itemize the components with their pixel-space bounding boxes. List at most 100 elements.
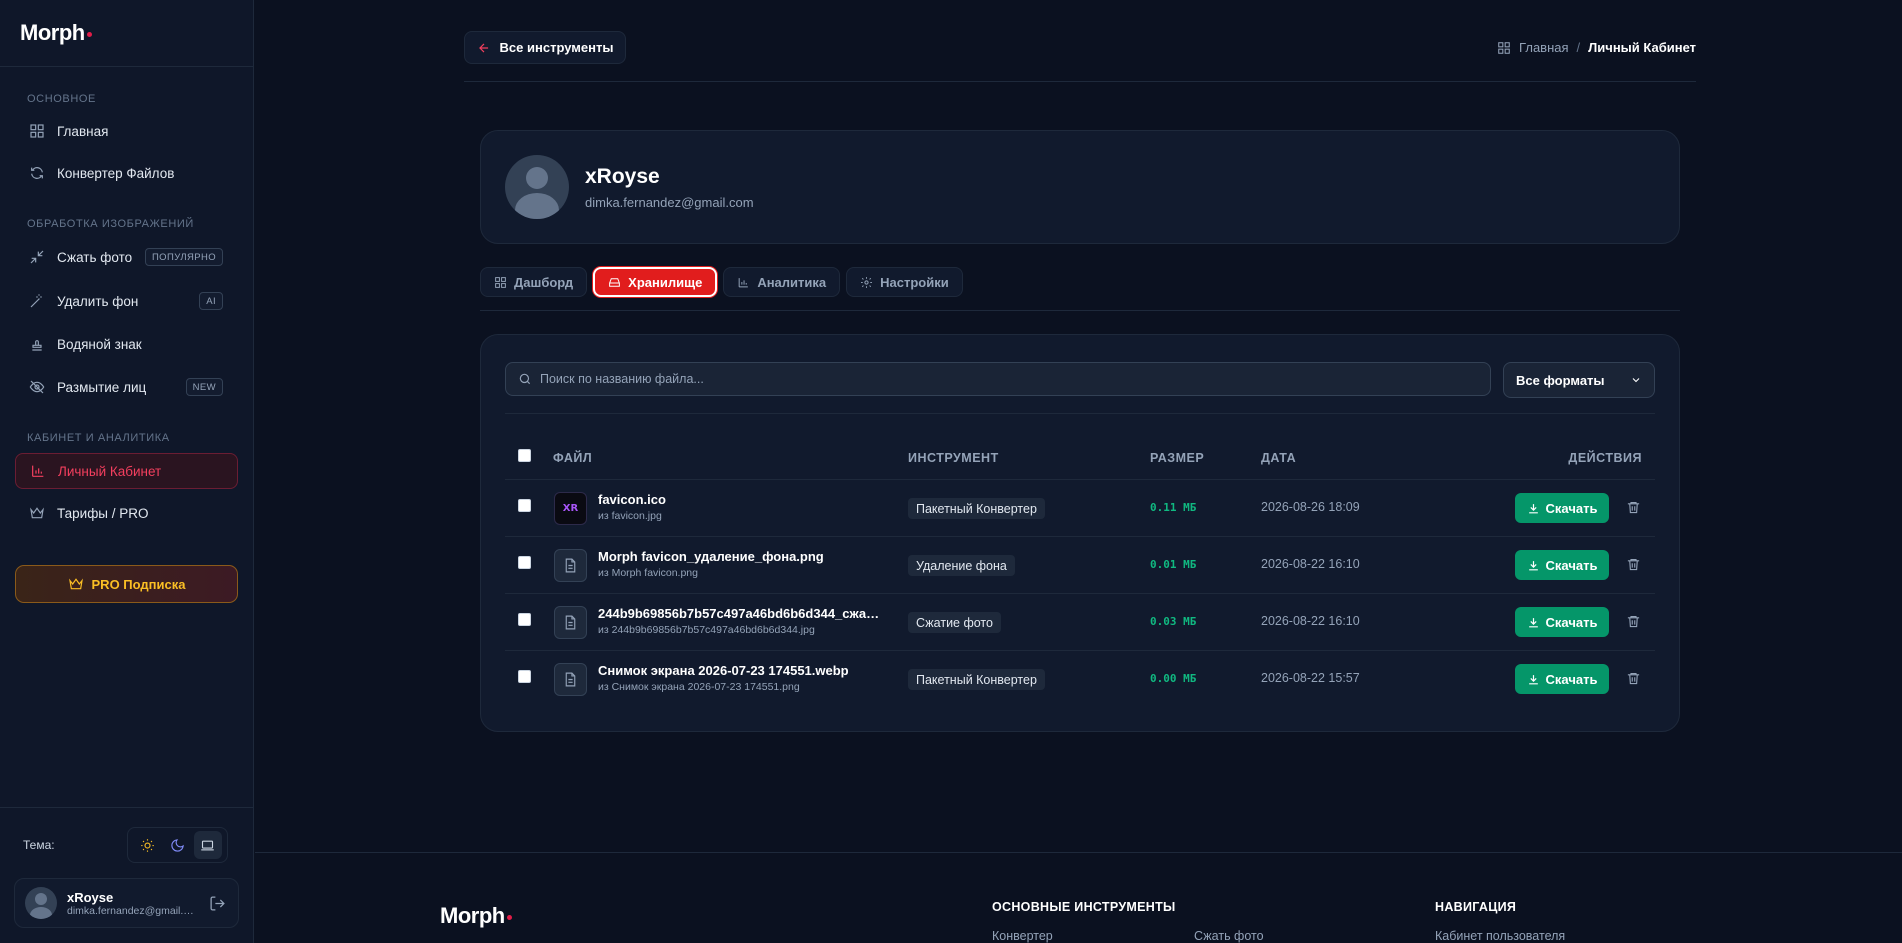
new-badge: NEW xyxy=(185,378,223,396)
format-filter-select[interactable]: Все форматы xyxy=(1503,362,1655,398)
divider xyxy=(464,81,1696,82)
row-checkbox[interactable] xyxy=(518,670,531,683)
file-origin: из favicon.jpg xyxy=(598,510,662,522)
section-label: Кабинет и аналитика xyxy=(27,432,170,444)
download-button[interactable]: Скачать xyxy=(1515,550,1609,580)
trash-icon[interactable] xyxy=(1626,500,1641,515)
breadcrumb-home-link[interactable]: Главная xyxy=(1519,40,1568,55)
user-card[interactable]: xRoyse dimka.fernandez@gmail.com xyxy=(14,878,239,928)
tool-tag: Сжатие фото xyxy=(908,612,1001,633)
file-origin: из Снимок экрана 2026-07-23 174551.png xyxy=(598,681,800,693)
download-icon xyxy=(1528,617,1538,627)
user-name: xRoyse xyxy=(67,889,114,905)
sidebar-item-label: Сжать фото xyxy=(57,249,133,265)
download-button[interactable]: Скачать xyxy=(1515,607,1609,637)
divider xyxy=(0,66,254,67)
sun-icon xyxy=(140,838,154,852)
back-button-label: Все инструменты xyxy=(499,40,614,55)
back-to-tools-button[interactable]: Все инструменты xyxy=(464,31,626,64)
breadcrumb: Главная / Личный Кабинет xyxy=(1497,40,1696,55)
thumbnail-logo: XR xyxy=(562,503,579,514)
sidebar-item-account[interactable]: Личный Кабинет xyxy=(15,453,238,489)
theme-label: Тема: xyxy=(23,838,55,852)
ai-badge: AI xyxy=(199,292,223,310)
search-input[interactable] xyxy=(540,372,1440,386)
divider xyxy=(0,807,254,808)
moon-icon xyxy=(171,838,184,852)
avatar xyxy=(25,887,57,919)
footer-link-compress[interactable]: Сжать фото xyxy=(1194,929,1264,943)
sidebar-item-home[interactable]: Главная xyxy=(15,113,238,149)
download-icon xyxy=(1528,503,1538,513)
table-row: Morph favicon_удаление_фона.png из Morph… xyxy=(481,537,1681,593)
sidebar-item-compress[interactable]: Сжать фото ПОПУЛЯРНО xyxy=(15,239,238,275)
divider xyxy=(505,413,1655,414)
sidebar-item-remove-bg[interactable]: Удалить фон AI xyxy=(15,283,238,319)
search-icon xyxy=(519,373,531,385)
trash-icon[interactable] xyxy=(1626,671,1641,686)
file-origin: из Morph favicon.png xyxy=(598,567,698,579)
breadcrumb-separator: / xyxy=(1576,40,1581,55)
download-icon xyxy=(1528,674,1538,684)
profile-card: xRoyse dimka.fernandez@gmail.com xyxy=(480,130,1680,244)
trash-icon[interactable] xyxy=(1626,557,1641,572)
download-label: Скачать xyxy=(1545,671,1598,687)
tool-tag: Пакетный Конвертер xyxy=(908,498,1045,519)
download-button[interactable]: Скачать xyxy=(1515,493,1609,523)
row-checkbox[interactable] xyxy=(518,556,531,569)
search-field[interactable] xyxy=(505,362,1491,396)
tab-label: Аналитика xyxy=(757,274,827,290)
footer-logo[interactable]: Morph xyxy=(440,903,512,929)
sidebar-item-converter[interactable]: Конвертер Файлов xyxy=(15,155,238,191)
tab-analytics[interactable]: Аналитика xyxy=(723,267,841,297)
download-label: Скачать xyxy=(1545,557,1598,573)
grid-icon xyxy=(495,276,506,288)
laptop-icon xyxy=(201,840,215,850)
sidebar-item-label: Личный Кабинет xyxy=(58,463,162,479)
file-text-icon xyxy=(565,615,576,630)
section-label: Основное xyxy=(27,93,96,105)
trash-icon[interactable] xyxy=(1626,614,1641,629)
select-all-checkbox[interactable] xyxy=(518,449,531,462)
profile-avatar xyxy=(505,155,569,219)
tab-settings[interactable]: Настройки xyxy=(846,267,963,297)
footer-link-account[interactable]: Кабинет пользователя xyxy=(1435,929,1565,943)
file-name: favicon.ico xyxy=(598,492,666,507)
pro-button-label: PRO Подписка xyxy=(91,576,186,592)
magic-wand-icon xyxy=(30,294,42,308)
section-label: Обработка изображений xyxy=(27,218,194,230)
format-filter-value: Все форматы xyxy=(1516,372,1605,388)
bar-chart-icon xyxy=(738,277,749,287)
row-checkbox[interactable] xyxy=(518,499,531,512)
theme-switcher xyxy=(127,827,228,863)
file-thumbnail xyxy=(554,549,587,582)
download-button[interactable]: Скачать xyxy=(1515,664,1609,694)
file-date: 2026-08-22 15:57 xyxy=(1261,671,1360,685)
tool-tag: Пакетный Конвертер xyxy=(908,669,1045,690)
row-checkbox[interactable] xyxy=(518,613,531,626)
logout-icon[interactable] xyxy=(209,895,226,912)
stamp-icon xyxy=(32,340,42,351)
pro-subscription-button[interactable]: PRO Подписка xyxy=(15,565,238,603)
sidebar-item-label: Тарифы / PRO xyxy=(57,505,149,521)
sidebar-item-label: Главная xyxy=(57,123,109,139)
sidebar-item-watermark[interactable]: Водяной знак xyxy=(15,326,238,362)
logo[interactable]: Morph xyxy=(20,20,92,46)
column-header-tool: Инструмент xyxy=(908,451,999,465)
dark-theme-button[interactable] xyxy=(163,831,191,859)
tab-dashboard[interactable]: Дашборд xyxy=(480,267,588,297)
footer-link-converter[interactable]: Конвертер xyxy=(992,929,1053,943)
table-row: Снимок экрана 2026-07-23 174551.webp из … xyxy=(481,651,1681,707)
sidebar-item-pricing[interactable]: Тарифы / PRO xyxy=(15,495,238,531)
file-date: 2026-08-26 18:09 xyxy=(1261,500,1360,514)
sidebar-item-label: Водяной знак xyxy=(57,336,142,352)
file-thumbnail xyxy=(554,663,587,696)
gear-icon xyxy=(861,276,873,288)
tab-storage[interactable]: Хранилище xyxy=(593,267,718,297)
sidebar-item-label: Размытие лиц xyxy=(57,379,147,395)
sidebar-item-face-blur[interactable]: Размытие лиц NEW xyxy=(15,369,238,405)
light-theme-button[interactable] xyxy=(133,831,161,859)
file-size: 0.01 МБ xyxy=(1150,558,1197,571)
system-theme-button[interactable] xyxy=(193,831,222,859)
file-text-icon xyxy=(565,558,576,573)
